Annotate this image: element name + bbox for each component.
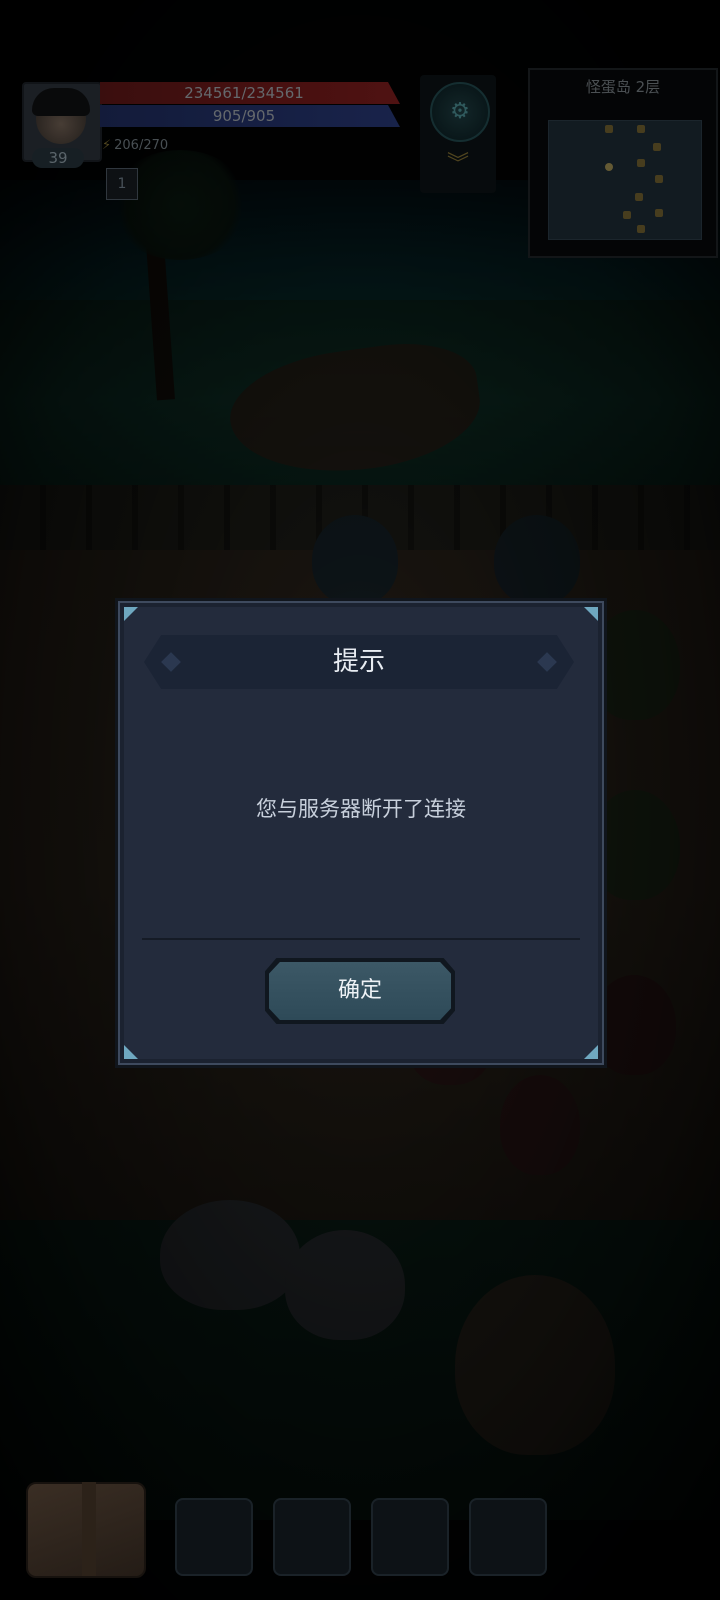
corner-ornament — [584, 1045, 598, 1059]
confirm-button-label: 确定 — [269, 962, 451, 1020]
dialog-title: 提示 — [332, 647, 385, 677]
quick-slot-4[interactable] — [469, 1498, 547, 1576]
quick-slot-3[interactable] — [371, 1498, 449, 1576]
quick-slot-2[interactable] — [273, 1498, 351, 1576]
corner-ornament — [124, 1045, 138, 1059]
disconnect-dialog: 提示 您与服务器断开了连接 确定 — [118, 601, 604, 1065]
dialog-divider — [142, 938, 580, 940]
quick-slot-1[interactable] — [175, 1498, 253, 1576]
backpack-strap — [82, 1482, 96, 1576]
corner-ornament — [584, 607, 598, 621]
backpack-icon[interactable] — [22, 1470, 150, 1580]
confirm-button[interactable]: 确定 — [265, 958, 455, 1024]
corner-ornament — [124, 607, 138, 621]
dialog-message: 您与服务器断开了连接 — [256, 797, 466, 821]
title-ribbon: 提示 — [144, 635, 574, 689]
